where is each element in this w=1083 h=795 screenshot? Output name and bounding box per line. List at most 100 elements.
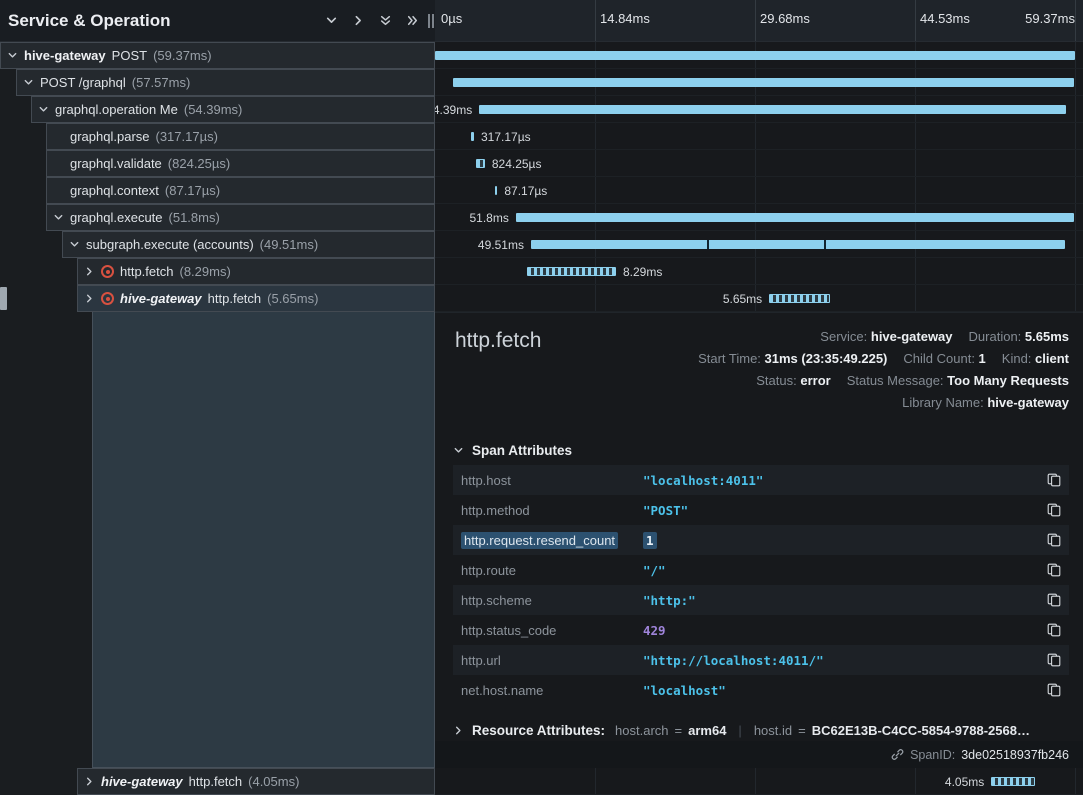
span-meta: Service: hive-gatewayDuration: 5.65msSta…: [698, 326, 1069, 414]
gridline: [595, 150, 596, 176]
span-bar[interactable]: [471, 132, 474, 141]
tree-cell: graphql.parse(317.17µs): [0, 123, 435, 150]
link-icon[interactable]: [891, 748, 904, 761]
span-bar[interactable]: [479, 105, 1065, 114]
gridline: [595, 123, 596, 149]
span-tree-item[interactable]: graphql.context(87.17µs): [46, 177, 435, 204]
double-chevron-right-icon[interactable]: [406, 14, 419, 27]
chevron-right-icon[interactable]: [352, 14, 365, 27]
attribute-key: net.host.name: [461, 683, 643, 698]
bar-duration-label: 8.29ms: [623, 265, 662, 279]
meta-label: Service:: [820, 329, 871, 344]
span-attributes-title: Span Attributes: [472, 443, 572, 458]
chevron-down-icon[interactable]: [453, 445, 464, 456]
meta-pair: Child Count: 1: [903, 351, 985, 366]
attribute-value: "http://localhost:4011/": [643, 653, 1039, 668]
detail-title: http.fetch: [455, 329, 541, 353]
chevron-down-icon[interactable]: [53, 212, 64, 223]
meta-pair: Service: hive-gateway: [820, 329, 952, 344]
span-bar[interactable]: [769, 294, 830, 303]
copy-icon[interactable]: [1039, 623, 1061, 637]
meta-value: hive-gateway: [871, 329, 953, 344]
chevron-right-icon[interactable]: [84, 293, 95, 304]
span-tree-item[interactable]: hive-gatewayhttp.fetch(4.05ms): [77, 768, 435, 795]
top-bar: Service & Operation 0µs14.84ms29.68ms44.…: [0, 0, 1083, 42]
copy-icon[interactable]: [1039, 503, 1061, 517]
bar-duration-label: 87.17µs: [504, 184, 547, 198]
bar-duration-label: 49.51ms: [478, 238, 524, 252]
chevron-right-icon[interactable]: [84, 266, 95, 277]
ruler-tick-label: 29.68ms: [760, 11, 810, 26]
panel-title: Service & Operation: [8, 11, 311, 31]
span-tree-item[interactable]: http.fetch(8.29ms): [77, 258, 435, 285]
tree-cell: hive-gatewayhttp.fetch(4.05ms): [0, 768, 435, 795]
span-tree-item[interactable]: subgraph.execute (accounts)(49.51ms): [62, 231, 435, 258]
ruler-gridline: [595, 0, 596, 41]
double-chevron-down-icon[interactable]: [379, 14, 392, 27]
copy-icon[interactable]: [1039, 563, 1061, 577]
span-name: POST /graphql: [40, 75, 126, 90]
attribute-value: "POST": [643, 503, 1039, 518]
resource-value: BC62E13B-C4CC-5854-9788-2568…: [812, 723, 1030, 738]
meta-value: client: [1035, 351, 1069, 366]
error-icon: [101, 292, 114, 305]
meta-pair: Start Time: 31ms (23:35:49.225): [698, 351, 887, 366]
attribute-value: "localhost": [643, 683, 1039, 698]
span-bar[interactable]: [527, 267, 616, 276]
attribute-key: http.url: [461, 653, 643, 668]
span-duration: (54.39ms): [184, 102, 243, 117]
span-duration: (317.17µs): [156, 129, 218, 144]
bar-duration-label: 824.25µs: [492, 157, 542, 171]
chevron-right-icon[interactable]: [453, 725, 464, 736]
chevron-right-icon[interactable]: [84, 776, 95, 787]
span-row: subgraph.execute (accounts)(49.51ms) 49.5…: [0, 231, 1083, 258]
trace-viewer: Service & Operation 0µs14.84ms29.68ms44.…: [0, 0, 1083, 795]
chevron-down-icon[interactable]: [325, 14, 338, 27]
span-tree-item[interactable]: POST /graphql(57.57ms): [16, 69, 435, 96]
selected-span-gutter[interactable]: [92, 312, 435, 768]
tree-cell: graphql.validate(824.25µs): [0, 150, 435, 177]
span-row: graphql.execute(51.8ms)51.8ms: [0, 204, 1083, 231]
span-attributes-header[interactable]: Span Attributes: [453, 443, 572, 458]
timeline-ruler: 0µs14.84ms29.68ms44.53ms59.37ms: [435, 0, 1083, 42]
span-tree-item[interactable]: graphql.execute(51.8ms): [46, 204, 435, 231]
span-bar[interactable]: [531, 240, 1065, 249]
copy-icon[interactable]: [1039, 593, 1061, 607]
resource-attributes-row[interactable]: Resource Attributes: host.arch=arm64|hos…: [453, 723, 1083, 738]
meta-label: Status:: [756, 373, 800, 388]
chevron-down-icon[interactable]: [38, 104, 49, 115]
panel-resize-handle[interactable]: [427, 0, 435, 42]
copy-icon[interactable]: [1039, 533, 1061, 547]
span-bar[interactable]: [476, 159, 485, 168]
gridline: [595, 285, 596, 311]
span-bar[interactable]: [453, 78, 1074, 87]
span-tree-item[interactable]: graphql.validate(824.25µs): [46, 150, 435, 177]
span-row: hive-gatewayhttp.fetch(4.05ms)4.05ms: [0, 768, 1083, 795]
chevron-down-icon[interactable]: [7, 50, 18, 61]
attribute-key: http.method: [461, 503, 643, 518]
copy-icon[interactable]: [1039, 683, 1061, 697]
copy-icon[interactable]: [1039, 473, 1061, 487]
ruler-gridline: [755, 0, 756, 41]
ruler-gridline: [1075, 0, 1076, 41]
span-tree-item[interactable]: hive-gatewayhttp.fetch(5.65ms): [77, 285, 435, 312]
meta-pair: Status Message: Too Many Requests: [847, 373, 1069, 388]
copy-icon[interactable]: [1039, 653, 1061, 667]
attribute-key: http.request.resend_count: [461, 533, 643, 548]
chevron-down-icon[interactable]: [69, 239, 80, 250]
span-tree-item[interactable]: graphql.parse(317.17µs): [46, 123, 435, 150]
attribute-key: http.scheme: [461, 593, 643, 608]
timeline-cell: 54.39ms: [435, 96, 1083, 123]
chevron-down-icon[interactable]: [23, 77, 34, 88]
span-bar[interactable]: [435, 51, 1075, 60]
span-tree-item[interactable]: graphql.operation Me(54.39ms): [31, 96, 435, 123]
span-row: graphql.operation Me(54.39ms)54.39ms: [0, 96, 1083, 123]
span-bar[interactable]: [516, 213, 1074, 222]
span-bar[interactable]: [495, 186, 497, 195]
gridline: [1075, 123, 1076, 149]
span-duration: (49.51ms): [260, 237, 319, 252]
tree-cell: graphql.operation Me(54.39ms): [0, 96, 435, 123]
span-tree-item[interactable]: hive-gatewayPOST(59.37ms): [0, 42, 435, 69]
resource-key: host.id: [754, 723, 792, 738]
span-bar[interactable]: [991, 777, 1035, 786]
